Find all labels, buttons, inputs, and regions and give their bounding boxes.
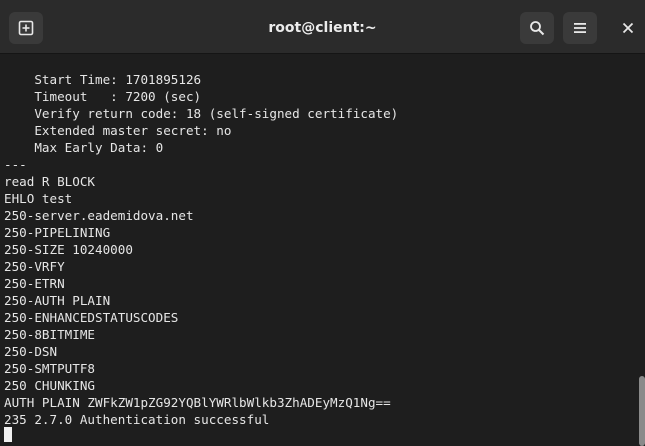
new-tab-button[interactable] [9, 12, 43, 44]
terminal-line: 250-ENHANCEDSTATUSCODES [4, 310, 179, 325]
terminal-line: 250-PIPELINING [4, 225, 111, 240]
close-button[interactable] [611, 12, 645, 44]
terminal-line: Max Early Data: 0 [4, 140, 164, 155]
search-icon [530, 21, 545, 36]
text-cursor [4, 427, 12, 442]
terminal-line: 250-ETRN [4, 276, 65, 291]
terminal-line: 250-SMTPUTF8 [4, 361, 95, 376]
terminal-output[interactable]: Start Time: 1701895126 Timeout : 7200 (s… [0, 54, 637, 446]
terminal-line: --- [4, 157, 27, 172]
terminal-line: Timeout : 7200 (sec) [4, 89, 202, 104]
title-bar: root@client:~ [0, 0, 645, 54]
terminal-line: Extended master secret: no [4, 123, 232, 138]
scrollbar[interactable] [637, 54, 645, 446]
close-icon [622, 22, 634, 34]
terminal-line: 250 CHUNKING [4, 378, 95, 393]
terminal-lines: Start Time: 1701895126 Timeout : 7200 (s… [4, 71, 398, 428]
search-button[interactable] [520, 12, 554, 44]
terminal-window: root@client:~ Start Time: 1701895126 Tim… [0, 0, 645, 446]
terminal-line: 250-SIZE 10240000 [4, 242, 133, 257]
terminal-line: 250-8BITMIME [4, 327, 95, 342]
terminal-line: 250-AUTH PLAIN [4, 293, 111, 308]
terminal-line: AUTH PLAIN ZWFkZW1pZG92YQBlYWRlbWlkb3ZhA… [4, 395, 391, 410]
menu-button[interactable] [563, 12, 597, 44]
hamburger-menu-icon [574, 23, 586, 33]
terminal-line: 250-DSN [4, 344, 58, 359]
terminal-line: 250-VRFY [4, 259, 65, 274]
scrollbar-thumb[interactable] [639, 376, 645, 446]
terminal-line: Verify return code: 18 (self-signed cert… [4, 106, 399, 121]
terminal-line: EHLO test [4, 191, 73, 206]
new-tab-icon [18, 20, 34, 36]
terminal-line: Start Time: 1701895126 [4, 72, 202, 87]
terminal-line: 250-server.eademidova.net [4, 208, 194, 223]
terminal-line: 235 2.7.0 Authentication successful [4, 412, 270, 427]
terminal-line: read R BLOCK [4, 174, 95, 189]
